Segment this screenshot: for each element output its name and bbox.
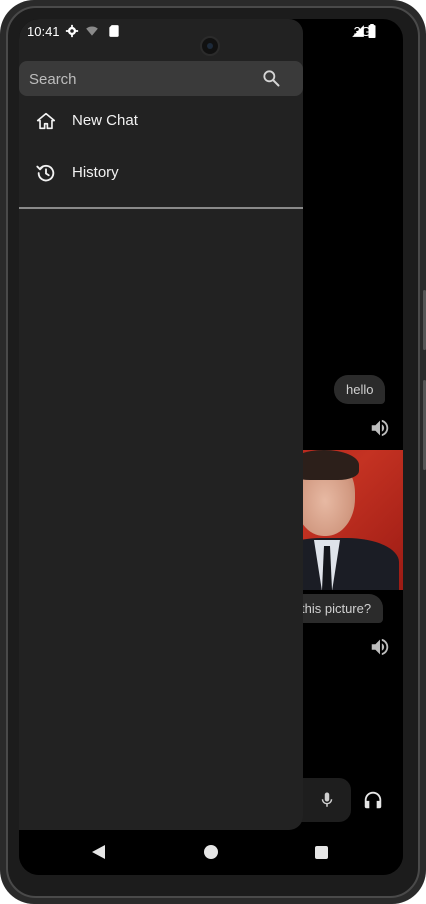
navigation-drawer: New Chat History [19,19,303,830]
speaker-icon[interactable] [369,636,391,658]
speaker-icon[interactable] [369,417,391,439]
recents-button-icon[interactable] [315,846,328,859]
signal-icon [352,25,364,37]
search-input[interactable] [27,61,251,98]
search-box [19,61,303,98]
status-time: 10:41 [27,24,60,39]
search-icon[interactable] [261,68,281,88]
home-icon [36,112,56,130]
screen: hello this picture? Search New Chat Hist… [19,19,403,875]
drawer-item-label: New Chat [72,112,138,129]
drawer-item-new-chat[interactable]: New Chat [19,100,303,144]
headphones-icon[interactable] [362,789,384,811]
sd-card-icon [109,25,119,37]
back-button-icon[interactable] [92,845,105,859]
settings-gear-icon [65,24,79,38]
drawer-item-label: History [72,164,119,181]
wifi-icon [86,26,98,36]
history-icon [36,164,55,182]
message-text: hello [346,382,374,397]
message-bubble-user: hello [334,375,386,404]
front-camera [200,36,220,56]
battery-icon [368,24,376,38]
message-text: this picture? [301,601,372,616]
drawer-divider [19,207,303,209]
microphone-icon[interactable] [318,789,336,811]
home-button-icon[interactable] [204,845,218,859]
drawer-item-history[interactable]: History [19,152,303,196]
